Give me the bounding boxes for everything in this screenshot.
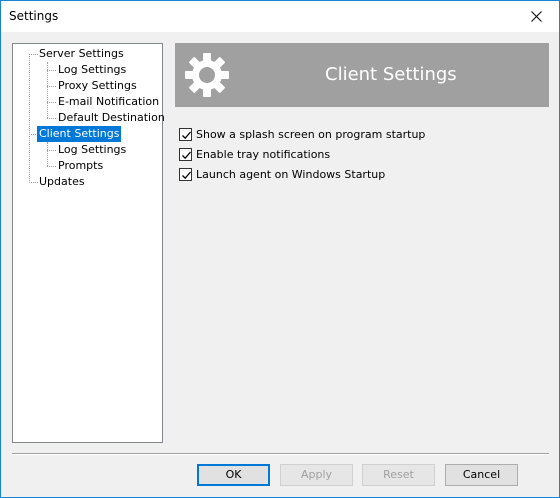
checkmark-icon bbox=[182, 131, 191, 139]
footer-divider bbox=[12, 453, 549, 455]
tree-connector bbox=[29, 54, 30, 183]
settings-window: Settings Server Settings Log Settings Pr… bbox=[0, 0, 560, 498]
tree-item-email-notification[interactable]: E-mail Notification bbox=[56, 94, 161, 110]
checkmark-icon bbox=[182, 171, 191, 179]
tree-item-client-settings[interactable]: Client Settings bbox=[37, 126, 122, 142]
tree-connector bbox=[47, 142, 48, 166]
panel-header: Client Settings bbox=[175, 43, 549, 107]
settings-tree[interactable]: Server Settings Log Settings Proxy Setti… bbox=[12, 43, 165, 443]
option-tray-notifications[interactable]: Enable tray notifications bbox=[179, 147, 330, 161]
checkmark-icon bbox=[182, 151, 191, 159]
tree-connector bbox=[47, 70, 56, 71]
tree-item-server-log-settings[interactable]: Log Settings bbox=[56, 62, 128, 78]
reset-button[interactable]: Reset bbox=[362, 464, 435, 486]
tree-item-server-settings[interactable]: Server Settings bbox=[37, 46, 126, 62]
tree-item-client-log-settings[interactable]: Log Settings bbox=[56, 142, 128, 158]
launch-agent-checkbox[interactable] bbox=[179, 167, 192, 181]
tree-connector bbox=[47, 102, 56, 103]
tree-item-proxy-settings[interactable]: Proxy Settings bbox=[56, 78, 139, 94]
tree-item-updates[interactable]: Updates bbox=[37, 174, 87, 190]
option-launch-agent[interactable]: Launch agent on Windows Startup bbox=[179, 167, 385, 181]
tray-notifications-label[interactable]: Enable tray notifications bbox=[196, 148, 330, 161]
launch-agent-label[interactable]: Launch agent on Windows Startup bbox=[196, 168, 385, 181]
window-title: Settings bbox=[9, 9, 59, 23]
tree-connector bbox=[47, 150, 56, 151]
ok-button[interactable]: OK bbox=[197, 464, 270, 486]
splash-screen-label[interactable]: Show a splash screen on program startup bbox=[196, 128, 425, 141]
cancel-button[interactable]: Cancel bbox=[445, 464, 518, 486]
option-splash-screen[interactable]: Show a splash screen on program startup bbox=[179, 127, 425, 141]
gear-icon bbox=[185, 53, 229, 97]
tree-connector bbox=[47, 86, 56, 87]
tree-item-prompts[interactable]: Prompts bbox=[56, 158, 105, 174]
panel-title: Client Settings bbox=[325, 64, 457, 85]
close-icon bbox=[531, 11, 542, 22]
title-bar: Settings bbox=[1, 1, 559, 32]
tree-connector bbox=[47, 166, 56, 167]
splash-screen-checkbox[interactable] bbox=[179, 127, 192, 141]
tray-notifications-checkbox[interactable] bbox=[179, 147, 192, 161]
close-button[interactable] bbox=[513, 1, 559, 32]
tree-item-default-destination[interactable]: Default Destination bbox=[56, 110, 167, 126]
tree-connector bbox=[47, 118, 56, 119]
apply-button[interactable]: Apply bbox=[280, 464, 353, 486]
